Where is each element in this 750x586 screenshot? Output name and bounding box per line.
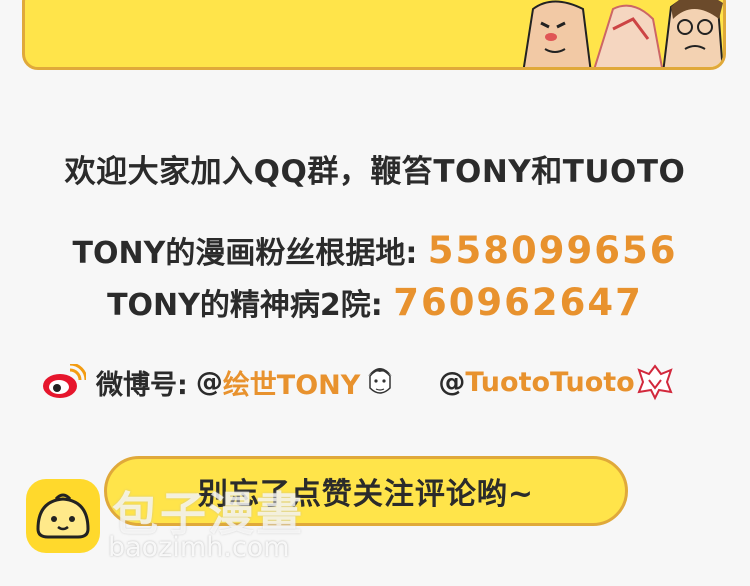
weibo-at-2: @	[438, 366, 466, 398]
tuoto-avatar-icon	[637, 364, 673, 401]
baozi-icon	[36, 493, 90, 539]
weibo-icon	[43, 364, 86, 398]
qq-group-1-number[interactable]: 558099656	[428, 229, 678, 272]
qq-group-2-number[interactable]: 760962647	[393, 281, 643, 324]
tony-avatar-icon	[368, 368, 393, 394]
weibo-row: 微博号: @ 绘世TONY @ TuotoTuoto	[40, 362, 675, 402]
weibo-at-1: @	[195, 366, 223, 398]
qq-group-2: TONY的精神病2院: 760962647	[0, 280, 750, 324]
baozi-logo	[26, 479, 100, 553]
weibo-handle-tuoto[interactable]: TuotoTuoto	[465, 367, 634, 398]
intro-text: 欢迎大家加入QQ群，鞭笞TONY和TUOTO	[64, 154, 686, 190]
weibo-label: 微博号:	[96, 369, 188, 401]
qq-group-1-label: TONY的漫画粉丝根据地:	[72, 236, 418, 271]
weibo-handle-tony[interactable]: 绘世TONY	[223, 363, 361, 402]
comic-characters-illustration	[513, 0, 723, 67]
watermark-url: baozimh.com	[108, 532, 290, 563]
qq-group-2-label: TONY的精神病2院:	[107, 288, 383, 323]
qq-group-1: TONY的漫画粉丝根据地: 558099656	[0, 228, 750, 272]
top-banner	[22, 0, 726, 70]
